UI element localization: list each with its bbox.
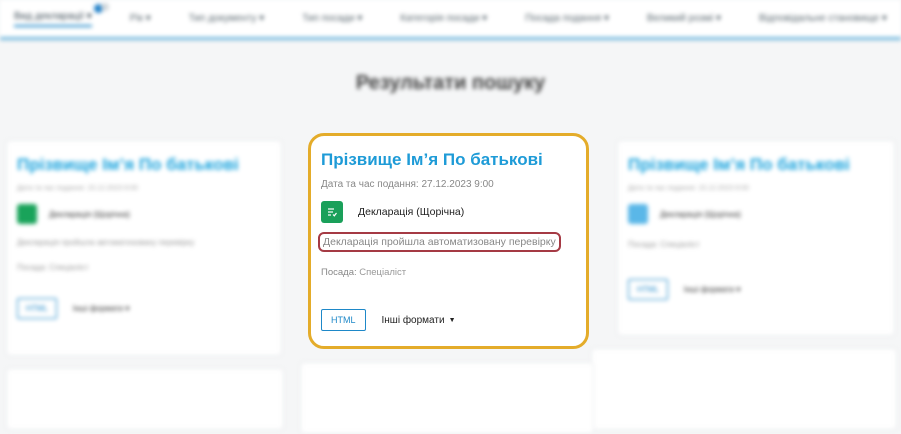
result-card-right-next — [591, 348, 897, 430]
format-buttons: HTML Інші формати ▼ — [321, 309, 586, 331]
result-card-highlighted[interactable]: Прізвище Ім’я По батькові Дата та час по… — [308, 133, 589, 349]
filter-responsible-position[interactable]: Відповідальне становище ▾ — [759, 13, 887, 24]
declarant-name[interactable]: Прізвище Ім’я По батькові — [17, 155, 271, 175]
filter-bar: Вид декларації ▾ Рік ▾ Тип документу ▾ Т… — [0, 0, 901, 40]
filter-declaration-type[interactable]: Вид декларації ▾ — [14, 11, 92, 27]
other-formats-dropdown[interactable]: Інші формати ▾ — [684, 285, 741, 294]
result-card-left[interactable]: Прізвище Ім’я По батькові Дата та час по… — [6, 140, 282, 356]
filter-submission-position[interactable]: Посада подання ▾ — [525, 13, 609, 24]
declaration-type: Декларація (Щорічна) — [49, 209, 130, 219]
badge-shadow — [101, 3, 109, 11]
position-label: Посада: — [321, 267, 357, 278]
submission-date-label: Дата та час подання: — [321, 179, 419, 190]
caret-down-icon: ▼ — [448, 316, 456, 324]
filter-document-type[interactable]: Тип документу ▾ — [189, 13, 265, 24]
html-button[interactable]: HTML — [17, 298, 57, 319]
result-card-center-next — [300, 362, 594, 434]
html-button[interactable]: HTML — [628, 279, 668, 300]
html-button[interactable]: HTML — [321, 309, 366, 331]
filter-position-category[interactable]: Категорія посади ▾ — [400, 13, 487, 24]
filter-position-type[interactable]: Тип посади ▾ — [302, 13, 362, 24]
document-list-icon — [321, 201, 343, 223]
other-formats-dropdown[interactable]: Інші формати ▾ — [73, 304, 130, 313]
page-title: Результати пошуку — [355, 72, 546, 94]
declaration-type: Декларація (Щорічна) — [660, 209, 741, 219]
filter-large-size[interactable]: Великий розмі ▾ — [647, 13, 721, 24]
other-formats-dropdown[interactable]: Інші формати ▼ — [382, 315, 456, 326]
result-card-left-next — [6, 368, 284, 430]
position-value: Спеціаліст — [359, 267, 407, 278]
other-formats-label: Інші формати — [381, 314, 445, 326]
position: Посада: Спеціаліст — [628, 240, 700, 249]
check-status: Декларація пройшла автоматизовану переві… — [318, 232, 561, 252]
document-list-icon — [17, 204, 37, 224]
submission-date: Дата та час подання: 27.12.2023 9:00 — [321, 179, 586, 190]
submission-date-value: 27.12.2023 9:00 — [421, 179, 494, 190]
document-list-icon — [628, 204, 648, 224]
declarant-name[interactable]: Прізвище Ім’я По батькові — [321, 150, 586, 170]
submission-date: Дата та час подання: 15.12.2023 9:00 — [628, 185, 749, 192]
submission-date: Дата та час подання: 15.12.2023 9:00 — [17, 185, 138, 192]
declarant-name[interactable]: Прізвище Ім’я По батькові — [628, 155, 884, 175]
position: Посада: Спеціаліст — [321, 267, 586, 278]
declaration-type-row: Декларація (Щорічна) — [321, 201, 586, 223]
result-card-right[interactable]: Прізвище Ім’я По батькові Дата та час по… — [617, 140, 895, 336]
filter-year[interactable]: Рік ▾ — [130, 13, 151, 24]
position: Посада: Спеціаліст — [17, 263, 89, 272]
declaration-type: Декларація (Щорічна) — [358, 206, 465, 218]
check-status: Декларація пройшла автоматизовану переві… — [17, 238, 195, 247]
